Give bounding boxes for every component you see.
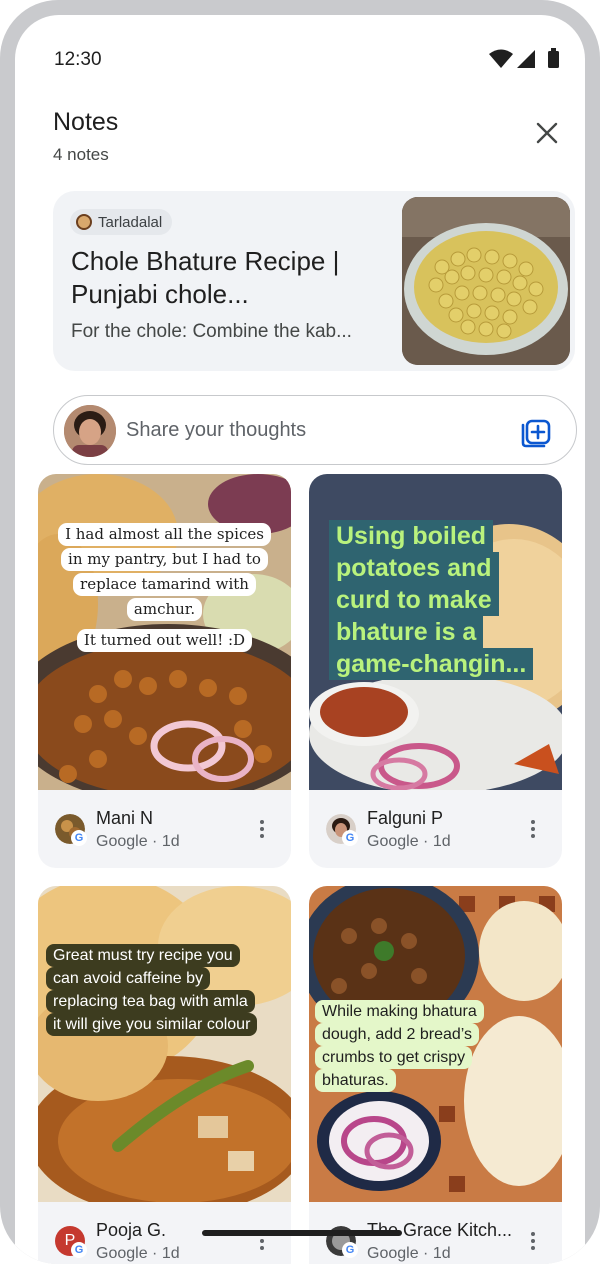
article-title: Chole Bhature Recipe | Punjabi chole... bbox=[71, 246, 340, 309]
note-overlay-text: Using boiled potatoes and curd to make b… bbox=[329, 520, 553, 680]
share-placeholder: Share your thoughts bbox=[126, 419, 307, 441]
notes-count: 4 notes bbox=[53, 145, 109, 164]
note-image: I had almost all the spices in my pantry… bbox=[38, 474, 291, 790]
article-thumbnail bbox=[402, 197, 570, 365]
more-options-button[interactable] bbox=[521, 1228, 545, 1254]
close-icon bbox=[536, 122, 558, 144]
add-note-icon[interactable] bbox=[518, 413, 554, 449]
source-chip: Tarladalal bbox=[70, 209, 173, 235]
source-name: Tarladalal bbox=[98, 213, 163, 231]
close-button[interactable] bbox=[525, 111, 569, 155]
signal-icon bbox=[517, 50, 535, 68]
author-name: Falguni P bbox=[367, 808, 444, 828]
status-time: 12:30 bbox=[54, 49, 102, 70]
more-options-button[interactable] bbox=[521, 816, 545, 842]
note-overlay-text: While making bhatura dough, add 2 bread’… bbox=[315, 1000, 515, 1092]
author-meta: Google · 1d bbox=[367, 833, 451, 850]
note-card[interactable]: While making bhatura dough, add 2 bread’… bbox=[309, 886, 562, 1264]
note-image: While making bhatura dough, add 2 bread’… bbox=[309, 886, 562, 1202]
user-avatar bbox=[64, 405, 116, 457]
note-overlay-text-extra: It turned out well! :D bbox=[52, 628, 277, 653]
note-image: Using boiled potatoes and curd to make b… bbox=[309, 474, 562, 790]
page-title: Notes bbox=[53, 108, 119, 136]
note-footer: G Mani N Google · 1d bbox=[38, 790, 291, 868]
source-logo-icon bbox=[76, 214, 92, 230]
author-name: Pooja G. bbox=[96, 1220, 167, 1240]
google-icon: G bbox=[71, 1242, 87, 1258]
author-meta: Google · 1d bbox=[96, 1245, 180, 1262]
author-meta: Google · 1d bbox=[96, 833, 180, 850]
wifi-icon bbox=[489, 49, 513, 68]
home-gesture-bar[interactable] bbox=[202, 1230, 402, 1236]
google-icon: G bbox=[342, 830, 358, 846]
note-overlay-text: I had almost all the spices in my pantry… bbox=[52, 522, 277, 622]
note-card[interactable]: Great must try recipe you can avoid caff… bbox=[38, 886, 291, 1264]
google-icon: G bbox=[342, 1242, 358, 1258]
author-meta: Google · 1d bbox=[367, 1245, 451, 1262]
note-footer: G Falguni P Google · 1d bbox=[309, 790, 562, 868]
device-frame: 12:30 Notes 4 notes Tarladalal Chole Bha… bbox=[0, 0, 600, 1264]
google-icon: G bbox=[71, 830, 87, 846]
screen: 12:30 Notes 4 notes Tarladalal Chole Bha… bbox=[15, 15, 585, 1264]
note-overlay-text: Great must try recipe you can avoid caff… bbox=[46, 944, 286, 1036]
author-name: Mani N bbox=[96, 808, 154, 828]
article-snippet: For the chole: Combine the kab... bbox=[71, 321, 352, 342]
note-card[interactable]: Using boiled potatoes and curd to make b… bbox=[309, 474, 562, 868]
more-options-button[interactable] bbox=[250, 816, 274, 842]
note-image: Great must try recipe you can avoid caff… bbox=[38, 886, 291, 1202]
source-article-card[interactable]: Tarladalal Chole Bhature Recipe | Punjab… bbox=[53, 191, 575, 371]
note-card[interactable]: I had almost all the spices in my pantry… bbox=[38, 474, 291, 868]
battery-icon bbox=[548, 51, 559, 68]
share-thoughts-input[interactable]: Share your thoughts bbox=[53, 395, 577, 465]
status-icons bbox=[489, 48, 559, 68]
